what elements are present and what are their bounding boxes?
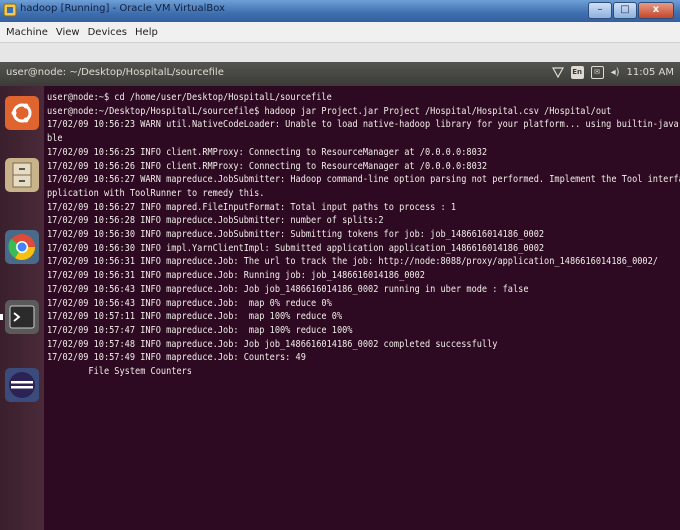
window-title-bar[interactable]: hadoop [Running] - Oracle VM VirtualBox … — [0, 0, 680, 22]
terminal-line: 17/02/09 10:57:48 INFO mapreduce.Job: Jo… — [47, 338, 498, 350]
ubuntu-top-panel: user@node: ~/Desktop/HospitalL/sourcefil… — [0, 62, 680, 86]
menu-bar: Machine View Devices Help — [0, 22, 680, 43]
terminal-line: 17/02/09 10:57:49 INFO mapreduce.Job: Co… — [47, 352, 306, 364]
ubuntu-logo-icon — [11, 103, 32, 123]
terminal-line: user@node:~$ cd /home/user/Desktop/Hospi… — [47, 92, 332, 103]
terminal-line: 17/02/09 10:56:31 INFO mapreduce.Job: Ru… — [47, 270, 425, 282]
terminal-line: 17/02/09 10:56:26 INFO client.RMProxy: C… — [47, 160, 488, 172]
window-title: hadoop [Running] - Oracle VM VirtualBox — [20, 3, 225, 14]
volume-icon[interactable]: ◂) — [611, 67, 620, 78]
terminal-output[interactable]: user@node:~$ cd /home/user/Desktop/Hospi… — [44, 86, 680, 530]
network-icon[interactable] — [551, 67, 564, 78]
menu-help[interactable]: Help — [135, 27, 158, 38]
close-button[interactable]: x — [638, 2, 674, 19]
terminal-line: 17/02/09 10:56:25 INFO client.RMProxy: C… — [47, 146, 488, 158]
minimize-button[interactable]: – — [588, 2, 612, 19]
chromium-button[interactable] — [5, 230, 39, 264]
files-button[interactable] — [5, 158, 39, 192]
terminal-line: 17/02/09 10:57:11 INFO mapreduce.Job: ma… — [47, 311, 343, 323]
terminal-line: 17/02/09 10:56:30 INFO mapreduce.JobSubm… — [47, 229, 545, 241]
vm-screen-border — [0, 43, 680, 62]
terminal-line: pplication with ToolRunner to remedy thi… — [47, 187, 265, 199]
maximize-button[interactable]: □ — [613, 2, 637, 19]
terminal-line: 17/02/09 10:56:43 INFO mapreduce.Job: ma… — [47, 297, 332, 309]
terminal-text: user@node:~$ cd /home/user/Desktop/Hospi… — [47, 91, 680, 379]
menu-view[interactable]: View — [56, 27, 80, 38]
keyboard-layout-indicator[interactable]: En — [570, 66, 584, 79]
terminal-button[interactable] — [5, 300, 39, 334]
terminal-line: 17/02/09 10:56:30 INFO impl.YarnClientIm… — [47, 242, 545, 254]
terminal-line: 17/02/09 10:56:27 INFO mapred.FileInputF… — [47, 201, 457, 213]
running-indicator — [0, 314, 3, 320]
terminal-icon — [9, 305, 35, 329]
unity-launcher — [0, 86, 45, 530]
menu-devices[interactable]: Devices — [88, 27, 127, 38]
terminal-line: 17/02/09 10:56:31 INFO mapreduce.Job: Th… — [47, 256, 658, 268]
terminal-line: 17/02/09 10:56:27 WARN mapreduce.JobSubm… — [47, 174, 680, 186]
terminal-line: 17/02/09 10:56:23 WARN util.NativeCodeLo… — [47, 119, 679, 131]
eclipse-icon — [9, 372, 35, 398]
terminal-line: 17/02/09 10:56:28 INFO mapreduce.JobSubm… — [47, 215, 384, 227]
terminal-line: user@node:~/Desktop/HospitalL/sourcefile… — [47, 105, 612, 117]
clock[interactable]: 11:05 AM — [627, 67, 674, 78]
virtualbox-icon — [3, 3, 17, 17]
messaging-icon[interactable]: ✉ — [590, 66, 604, 79]
terminal-line: 17/02/09 10:57:47 INFO mapreduce.Job: ma… — [47, 324, 353, 336]
terminal-line: 17/02/09 10:56:43 INFO mapreduce.Job: Jo… — [47, 283, 529, 295]
terminal-window-title: user@node: ~/Desktop/HospitalL/sourcefil… — [6, 67, 224, 78]
terminal-line: File System Counters — [47, 366, 192, 378]
menu-machine[interactable]: Machine — [6, 27, 48, 38]
chromium-icon — [8, 234, 36, 261]
system-settings-button[interactable] — [5, 368, 39, 402]
dash-button[interactable] — [5, 96, 39, 130]
file-cabinet-icon — [12, 162, 32, 188]
terminal-line: ble — [47, 133, 63, 145]
